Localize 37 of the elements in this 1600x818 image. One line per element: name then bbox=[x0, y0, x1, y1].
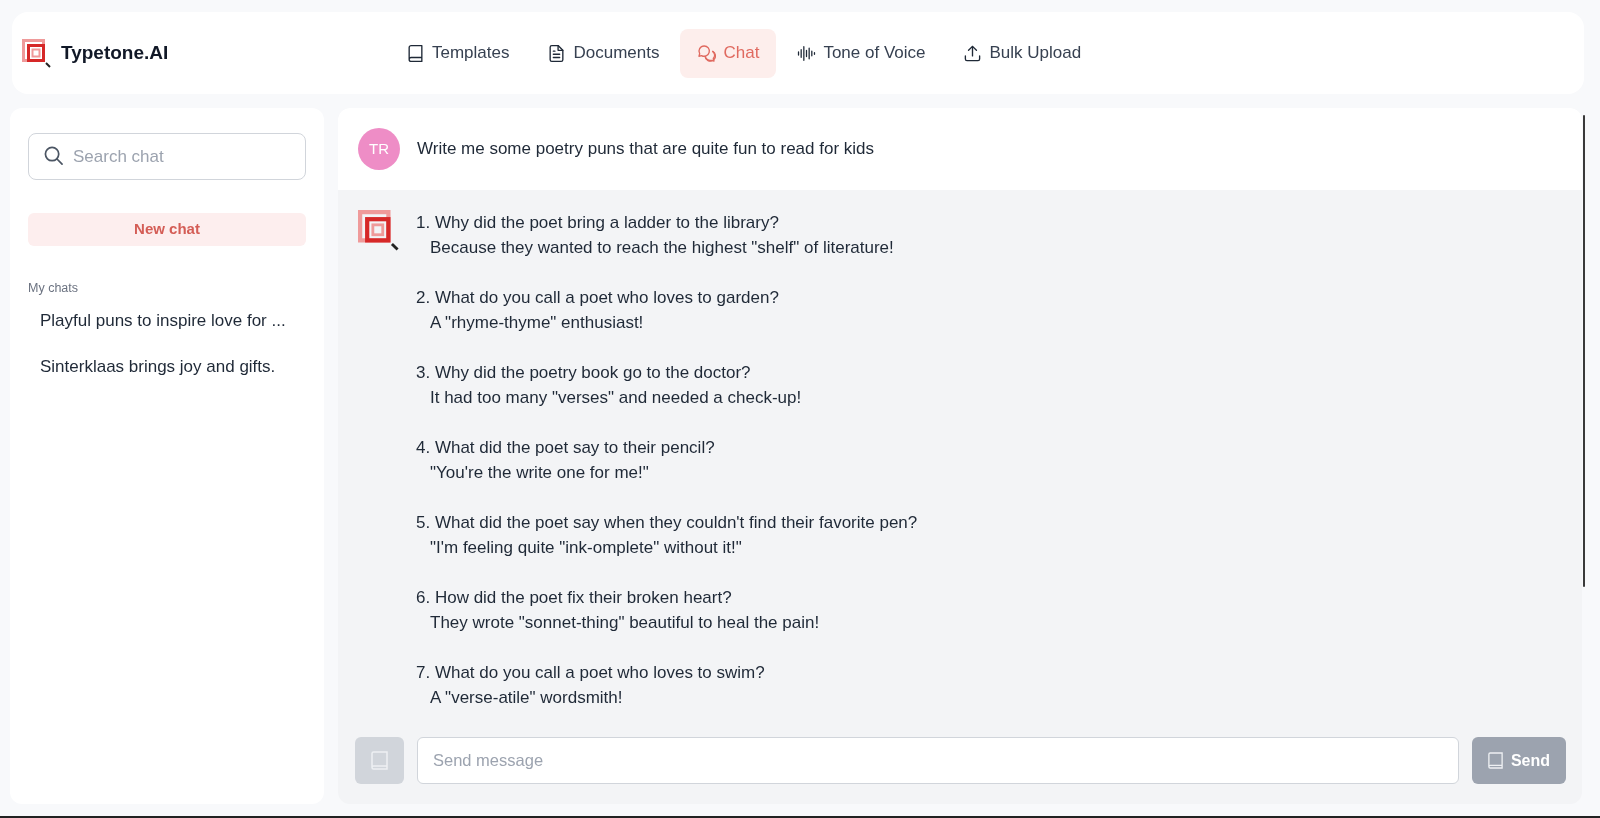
message-input[interactable]: Send message bbox=[417, 737, 1459, 784]
book-icon bbox=[1487, 752, 1503, 769]
user-message: Write me some poetry puns that are quite fun to read for kids bbox=[417, 138, 875, 161]
response-line: "I'm feeling quite "ink-omplete" without it!" bbox=[430, 537, 742, 559]
response-line: 7. What do you call a poet who loves to swim? bbox=[416, 662, 765, 684]
nav-tab[interactable]: Documents bbox=[530, 28, 677, 78]
response-line: A "verse-atile" wordsmith! bbox=[430, 687, 623, 709]
search-icon bbox=[44, 146, 63, 165]
document-icon bbox=[547, 43, 567, 63]
response-line: Because they wanted to reach the highest "shelf" of literature! bbox=[430, 237, 894, 259]
logo-icon bbox=[22, 38, 51, 68]
response-line: 1. Why did the poet bring a ladder to the library? bbox=[416, 212, 779, 234]
response-line: A "rhyme-thyme" enthusiast! bbox=[430, 312, 644, 334]
book-icon bbox=[406, 43, 425, 63]
logo-icon bbox=[358, 210, 399, 251]
response-line: 5. What did the poet say when they couldn't find their favorite pen? bbox=[416, 512, 918, 534]
upload-icon bbox=[963, 43, 983, 63]
chat-list-item[interactable]: Playful puns to inspire love for ... bbox=[28, 298, 306, 344]
app-name: Typetone.AI bbox=[61, 40, 169, 65]
chat-bubbles-icon bbox=[697, 43, 717, 63]
scrollbar-thumb[interactable] bbox=[1583, 115, 1585, 587]
chat-list-item[interactable]: Sinterklaas brings joy and gifts. bbox=[28, 344, 306, 390]
response-line: They wrote "sonnet-thing" beautiful to heal the pain! bbox=[430, 612, 820, 634]
response-line: "You're the write one for me!" bbox=[430, 462, 649, 484]
response-line: 2. What do you call a poet who loves to garden? bbox=[416, 287, 779, 309]
response-line: 4. What did the poet say to their pencil? bbox=[416, 437, 715, 459]
nav-tab[interactable]: Templates bbox=[389, 28, 527, 78]
user-avatar: TR bbox=[358, 128, 400, 170]
response-line: It had too many "verses" and needed a check-up! bbox=[430, 387, 802, 409]
nav-tab[interactable]: Tone of Voice bbox=[780, 28, 943, 78]
response-line: 3. Why did the poetry book go to the doctor? bbox=[416, 362, 751, 384]
nav-tab[interactable]: Bulk Upload bbox=[946, 28, 1099, 78]
search-field[interactable]: Search chat bbox=[28, 133, 306, 180]
section-title: My chats bbox=[28, 280, 78, 296]
book-icon bbox=[371, 751, 388, 770]
sound-wave-icon bbox=[797, 43, 817, 63]
response-line: 6. How did the poet fix their broken heart? bbox=[416, 587, 732, 609]
